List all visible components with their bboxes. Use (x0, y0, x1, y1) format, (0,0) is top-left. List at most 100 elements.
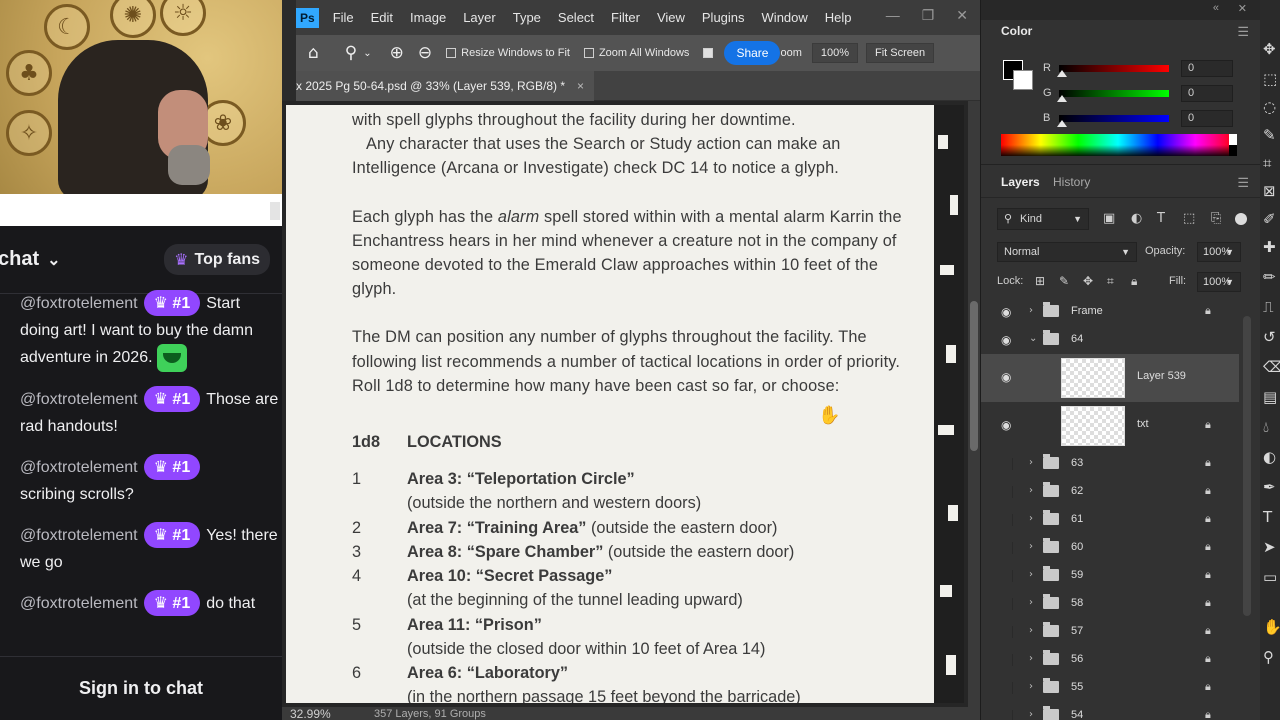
visibility-toggle[interactable] (1003, 570, 1013, 582)
layer-row-layer-539[interactable]: ◉ Layer 539 (981, 354, 1239, 402)
white-swatch[interactable] (1229, 134, 1237, 145)
visibility-toggle[interactable] (1003, 598, 1013, 610)
scrubby-zoom-checkbox[interactable] (703, 48, 714, 58)
layer-name[interactable]: Layer 539 (1137, 370, 1186, 382)
pen-tool-icon[interactable]: ✒ (1263, 478, 1276, 496)
layer-name[interactable]: Frame (1071, 305, 1103, 317)
layer-name[interactable]: 59 (1071, 569, 1083, 581)
filter-toggle[interactable] (1235, 213, 1247, 225)
shape-tool-icon[interactable]: ▭ (1263, 568, 1277, 586)
status-zoom[interactable]: 32.99% (290, 707, 360, 720)
close-panel-icon[interactable]: ✕ (1238, 2, 1247, 15)
resize-windows-checkbox[interactable] (446, 48, 457, 58)
smart-object-filter-icon[interactable]: ⎘ (1211, 211, 1221, 226)
chevron-right-icon[interactable]: › (1029, 457, 1033, 468)
menu-image[interactable]: Image (410, 10, 446, 25)
quick-select-tool-icon[interactable]: ✎ (1263, 126, 1276, 144)
share-button[interactable]: Share (724, 41, 781, 65)
chevron-right-icon[interactable]: › (1029, 569, 1033, 580)
layer-row-63[interactable]: › 63 🔒︎ (981, 450, 1239, 478)
shape-filter-icon[interactable]: ⬚ (1183, 211, 1195, 226)
crop-tool-icon[interactable]: ⌗ (1263, 154, 1271, 172)
visibility-eye-icon[interactable]: ◉ (1001, 418, 1011, 432)
layer-name[interactable]: 56 (1071, 653, 1083, 665)
layer-name[interactable]: 55 (1071, 681, 1083, 693)
stamp-tool-icon[interactable]: ⎍ (1263, 298, 1274, 316)
opacity-input[interactable]: 100% ▼ (1197, 242, 1241, 262)
zoom-out-icon[interactable]: ⊖ (418, 43, 432, 63)
chevron-right-icon[interactable]: › (1029, 625, 1033, 636)
visibility-eye-icon[interactable]: ◉ (1001, 370, 1011, 384)
path-select-tool-icon[interactable]: ➤ (1263, 538, 1276, 556)
dodge-tool-icon[interactable]: ◐ (1263, 448, 1276, 466)
blend-mode-select[interactable]: Normal ▼ (997, 242, 1137, 262)
top-fan-badge[interactable]: ♛ #1 (143, 290, 201, 316)
eraser-tool-icon[interactable]: ⌫ (1263, 358, 1280, 376)
marquee-tool-icon[interactable]: ⬚ (1263, 70, 1277, 88)
visibility-toggle[interactable] (1003, 542, 1013, 554)
healing-tool-icon[interactable]: ✚ (1263, 238, 1276, 256)
menu-file[interactable]: File (333, 10, 354, 25)
layer-name[interactable]: 61 (1071, 513, 1083, 525)
channel-value[interactable]: 0 (1181, 110, 1233, 127)
black-swatch[interactable] (1229, 145, 1237, 156)
chevron-right-icon[interactable]: › (1029, 485, 1033, 496)
menu-layer[interactable]: Layer (463, 10, 496, 25)
layer-row-57[interactable]: › 57 🔒︎ (981, 618, 1239, 646)
layer-name[interactable]: 54 (1071, 709, 1083, 720)
history-brush-icon[interactable]: ↺ (1263, 328, 1276, 346)
layer-name[interactable]: 62 (1071, 485, 1083, 497)
chevron-right-icon[interactable]: › (1029, 541, 1033, 552)
lock-transparent-icon[interactable]: ⊞ (1035, 274, 1045, 288)
menu-select[interactable]: Select (558, 10, 594, 25)
blur-tool-icon[interactable]: 💧︎ (1263, 418, 1269, 436)
home-icon[interactable]: ⌂ (308, 43, 319, 63)
background-color-swatch[interactable] (1013, 70, 1033, 90)
lasso-tool-icon[interactable]: ◌ (1263, 98, 1276, 116)
chat-username[interactable]: @foxtrotelement (20, 459, 138, 476)
layer-row-61[interactable]: › 61 🔒︎ (981, 506, 1239, 534)
visibility-toggle[interactable] (1003, 514, 1013, 526)
chat-username[interactable]: @foxtrotelement (20, 391, 138, 408)
layer-row-58[interactable]: › 58 🔒︎ (981, 590, 1239, 618)
visibility-toggle[interactable] (1003, 486, 1013, 498)
slider-knob[interactable] (1057, 95, 1067, 102)
chevron-down-icon[interactable]: ⌄ (363, 48, 371, 59)
slider-track[interactable] (1059, 90, 1169, 97)
chevron-down-icon[interactable]: ⌄ (1029, 333, 1037, 344)
top-fan-badge[interactable]: ♛ #1 (143, 454, 201, 480)
type-filter-icon[interactable]: T (1157, 211, 1165, 226)
maximize-icon[interactable]: ❐ (922, 7, 935, 24)
layer-row-56[interactable]: › 56 🔒︎ (981, 646, 1239, 674)
visibility-toggle[interactable] (1003, 682, 1013, 694)
top-fan-badge[interactable]: ♛ #1 (143, 590, 201, 616)
lock-paint-icon[interactable]: ✎ (1059, 274, 1069, 288)
chevron-right-icon[interactable]: › (1029, 681, 1033, 692)
layers-scrollbar[interactable] (1243, 316, 1251, 616)
menu-view[interactable]: View (657, 10, 685, 25)
menu-edit[interactable]: Edit (371, 10, 393, 25)
chat-username[interactable]: @foxtrotelement (20, 527, 138, 544)
top-fan-badge[interactable]: ♛ #1 (143, 386, 201, 412)
visibility-toggle[interactable] (1003, 458, 1013, 470)
layer-row-64[interactable]: ◉ ⌄ 64 (981, 326, 1239, 354)
layer-row-59[interactable]: › 59 🔒︎ (981, 562, 1239, 590)
scrollbar-thumb[interactable] (970, 301, 978, 451)
top-fan-badge[interactable]: ♛ #1 (143, 522, 201, 548)
chat-username[interactable]: @foxtrotelement (20, 595, 138, 612)
layer-name[interactable]: txt (1137, 418, 1149, 430)
type-tool-icon[interactable]: T (1263, 508, 1272, 526)
blue-slider[interactable]: B 0 (1043, 110, 1253, 128)
minimize-icon[interactable]: — (886, 7, 900, 24)
chevron-right-icon[interactable]: › (1029, 305, 1033, 316)
collapse-panels-icon[interactable]: « (1213, 2, 1219, 14)
slider-knob[interactable] (1057, 120, 1067, 127)
move-tool-icon[interactable]: ✥ (1263, 40, 1276, 58)
adjustment-filter-icon[interactable]: ◐ (1131, 211, 1142, 226)
brush-tool-icon[interactable]: ✏ (1263, 268, 1276, 286)
close-tab-icon[interactable]: × (577, 79, 584, 93)
gradient-tool-icon[interactable]: ▤ (1263, 388, 1277, 406)
layer-name[interactable]: 64 (1071, 333, 1083, 345)
close-icon[interactable]: ✕ (956, 7, 968, 24)
zoom-in-icon[interactable]: ⊕ (390, 43, 404, 63)
